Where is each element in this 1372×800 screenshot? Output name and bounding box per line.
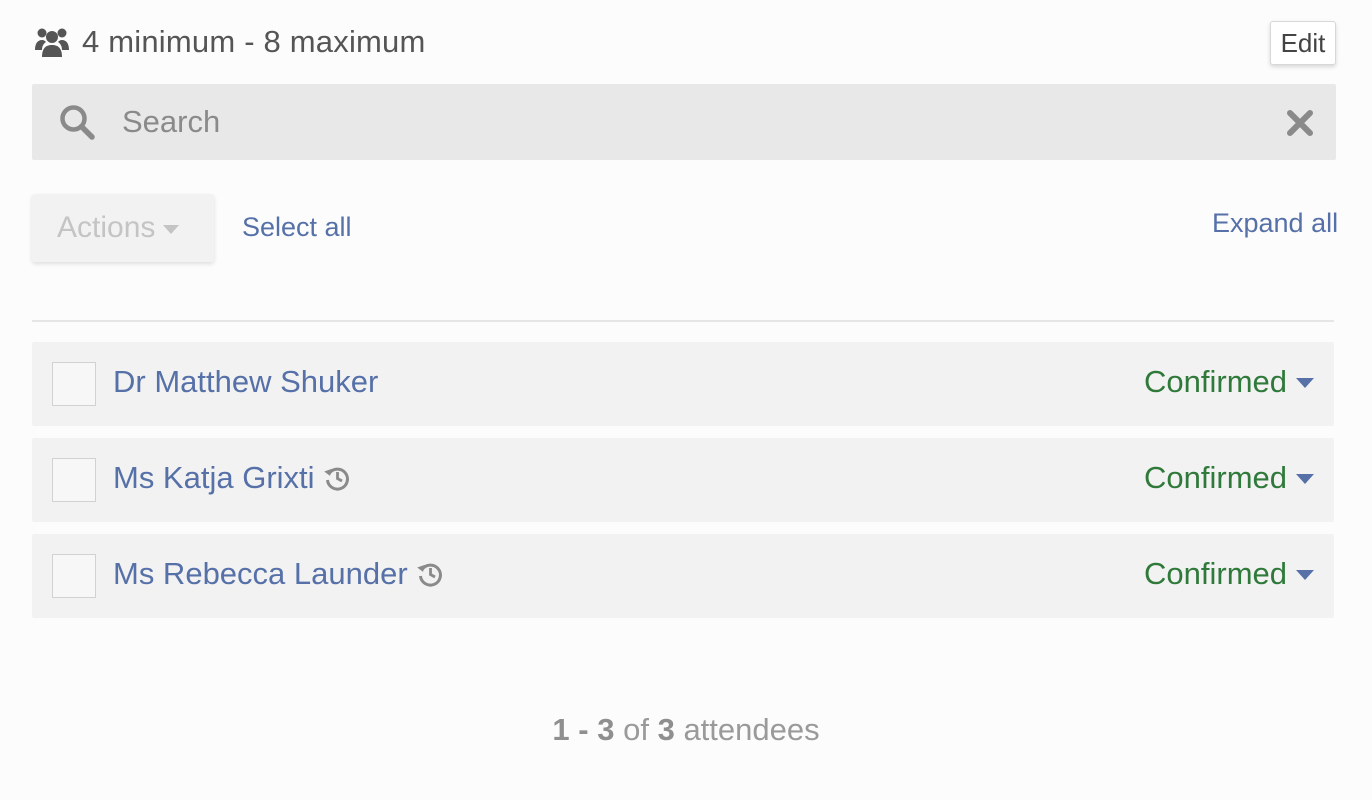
pagination-start: 1 (552, 712, 570, 747)
pagination-total: 3 (657, 712, 675, 747)
users-icon (35, 28, 69, 57)
capacity-text: 4 minimum - 8 maximum (82, 24, 426, 59)
attendee-name: Dr Matthew Shuker (113, 364, 379, 399)
attendee-status-dropdown[interactable]: Confirmed (1144, 364, 1314, 400)
expand-all-link[interactable]: Expand all (1212, 208, 1338, 239)
pagination-of: of (623, 712, 649, 747)
select-all-link[interactable]: Select all (242, 212, 352, 243)
close-icon[interactable] (1286, 109, 1314, 137)
attendee-row[interactable]: Ms Rebecca Launder Confirmed (32, 534, 1334, 618)
pagination-summary: 1 - 3 of 3 attendees (0, 712, 1372, 748)
caret-down-icon (1296, 473, 1314, 484)
history-icon (416, 563, 442, 587)
history-icon (323, 467, 349, 491)
attendee-row[interactable]: Dr Matthew Shuker Confirmed (32, 342, 1334, 426)
attendee-status-label: Confirmed (1144, 460, 1287, 495)
attendee-name-link[interactable]: Ms Katja Grixti (113, 460, 351, 496)
capacity-summary: 4 minimum - 8 maximum (34, 20, 426, 64)
pagination-dash: - (578, 712, 589, 747)
attendees-panel: 4 minimum - 8 maximum Edit Actions Selec… (0, 0, 1372, 800)
attendee-name: Ms Katja Grixti (113, 460, 315, 495)
caret-down-icon (1296, 569, 1314, 580)
pagination-end: 3 (597, 712, 615, 747)
attendee-name: Ms Rebecca Launder (113, 556, 408, 591)
attendee-status-dropdown[interactable]: Confirmed (1144, 556, 1314, 592)
caret-down-icon (1296, 377, 1314, 388)
attendee-row[interactable]: Ms Katja Grixti Confirmed (32, 438, 1334, 522)
caret-down-icon (163, 225, 180, 234)
attendee-name-link[interactable]: Dr Matthew Shuker (113, 364, 378, 400)
attendee-checkbox[interactable] (52, 362, 96, 406)
attendee-status-label: Confirmed (1144, 364, 1287, 399)
edit-button[interactable]: Edit (1270, 21, 1336, 65)
attendee-checkbox[interactable] (52, 554, 96, 598)
pagination-unit: attendees (683, 712, 820, 747)
attendee-checkbox[interactable] (52, 458, 96, 502)
search-icon (60, 105, 95, 140)
actions-label: Actions (57, 211, 156, 244)
divider (32, 320, 1334, 322)
search-input[interactable] (122, 86, 1262, 158)
attendee-status-dropdown[interactable]: Confirmed (1144, 460, 1314, 496)
actions-dropdown-button[interactable]: Actions (32, 194, 214, 262)
attendee-name-link[interactable]: Ms Rebecca Launder (113, 556, 444, 592)
attendee-status-label: Confirmed (1144, 556, 1287, 591)
